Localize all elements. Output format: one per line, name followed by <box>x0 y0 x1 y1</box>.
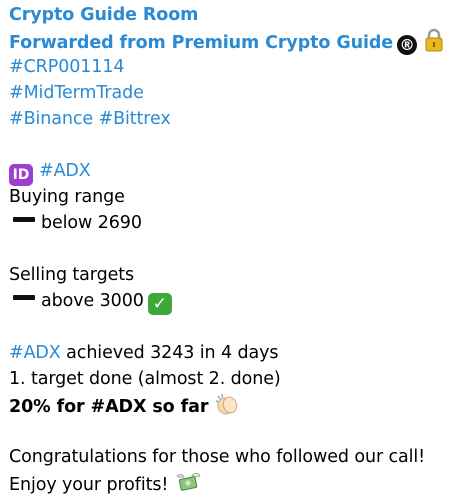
profit-tag: #ADX <box>90 397 147 417</box>
message-bubble: Crypto Guide Room Forwarded from Premium… <box>0 0 451 496</box>
hashtag-link[interactable]: #ADX <box>39 161 91 181</box>
lock-icon <box>423 28 445 53</box>
hashtag-link[interactable]: #MidTermTrade <box>9 83 144 103</box>
check-mark-icon: ✓ <box>147 293 172 315</box>
tag-line-3: #Binance #Bittrex <box>9 106 451 132</box>
selling-label: Selling targets <box>9 262 451 288</box>
coin-line: ID #ADX <box>9 158 451 186</box>
registered-icon: ® <box>397 35 418 55</box>
hashtag-link[interactable]: #CRP001114 <box>9 57 125 77</box>
buying-label-text: Buying range <box>9 187 125 207</box>
enjoy-line: Enjoy your profits! <box>9 470 451 496</box>
forwarded-text[interactable]: Forwarded from Premium Crypto Guide <box>9 33 393 53</box>
selling-value-line: above 3000 ✓ <box>9 288 451 315</box>
money-with-wings-icon <box>174 472 202 495</box>
buying-value-line: below 2690 <box>9 210 451 236</box>
achieved-text: achieved 3243 in 4 days <box>66 343 279 363</box>
achieved-line: #ADX achieved 3243 in 4 days <box>9 340 451 366</box>
profit-line: 20% for #ADX so far <box>9 392 451 418</box>
profit-pre: 20% for <box>9 397 91 417</box>
minus-icon <box>13 217 35 222</box>
selling-value: above 3000 <box>41 291 144 311</box>
hashtag-link[interactable]: #Bittrex <box>99 109 171 129</box>
hashtag-link[interactable]: #Binance <box>9 109 93 129</box>
channel-name[interactable]: Crypto Guide Room <box>9 2 451 28</box>
tag-line-2: #MidTermTrade <box>9 80 451 106</box>
target-line: 1. target done (almost 2. done) <box>9 366 451 392</box>
selling-label-text: Selling targets <box>9 265 135 285</box>
buying-value: below 2690 <box>41 213 142 233</box>
profit-post: so far <box>146 397 209 417</box>
id-icon: ID <box>9 164 33 186</box>
congrats-line: Congratulations for those who followed o… <box>9 444 451 470</box>
tag-line-1: #CRP001114 <box>9 54 451 80</box>
clapping-hands-icon <box>214 393 240 417</box>
enjoy-text: Enjoy your profits! <box>9 475 169 495</box>
minus-icon <box>13 295 35 300</box>
channel-name-text[interactable]: Crypto Guide Room <box>9 5 198 25</box>
hashtag-link[interactable]: #ADX <box>9 343 61 363</box>
target-text: 1. target done (almost 2. done) <box>9 369 281 389</box>
forwarded-header[interactable]: Forwarded from Premium Crypto Guide ® <box>9 28 451 55</box>
buying-label: Buying range <box>9 184 451 210</box>
congrats-text: Congratulations for those who followed o… <box>9 447 426 467</box>
